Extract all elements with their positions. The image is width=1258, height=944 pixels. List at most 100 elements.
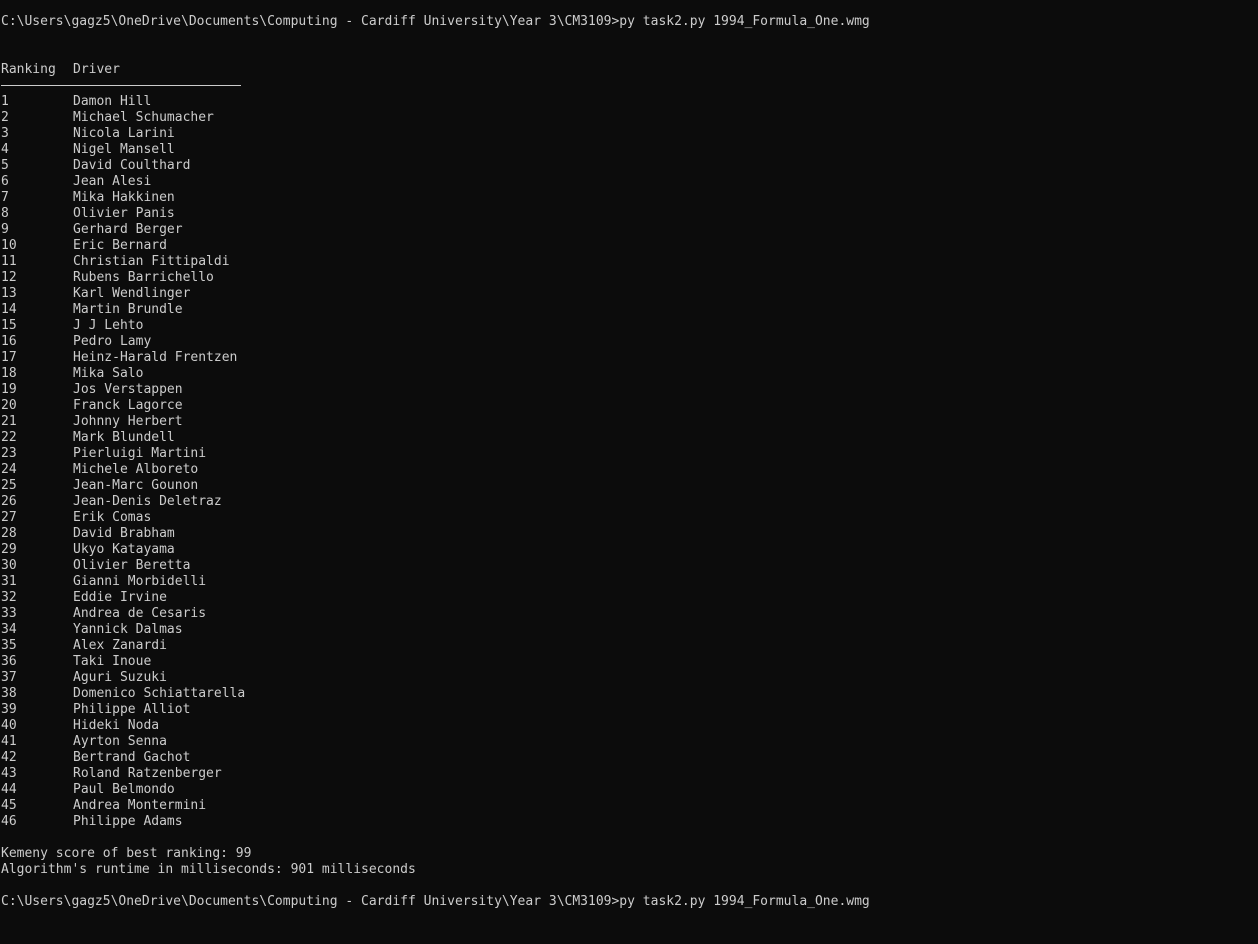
driver-cell: J J Lehto [73,318,144,333]
ranking-table: 1 Damon Hill 2 Michael Schumacher 3 Nicola La… [1,94,1251,830]
driver-cell: Andrea de Cesaris [73,606,207,621]
driver-cell: Hideki Noda [73,718,160,733]
driver-cell: Jean Alesi [73,174,152,189]
table-row: 12 Rubens Barrichello [1,270,1251,286]
kemeny-score-line: Kemeny score of best ranking: 99 [1,846,252,861]
rank-cell: 13 [1,286,17,301]
table-row: 35 Alex Zanardi [1,638,1251,654]
rank-cell: 9 [1,222,9,237]
driver-cell: Mark Blundell [73,430,175,445]
table-row: 2 Michael Schumacher [1,110,1251,126]
terminal-console[interactable]: C:\Users\gagz5\OneDrive\Documents\Comput… [1,14,1251,910]
driver-cell: David Coulthard [73,158,191,173]
table-row: 25 Jean-Marc Gounon [1,478,1251,494]
driver-cell: Martin Brundle [73,302,183,317]
rank-cell: 1 [1,94,9,109]
driver-header: Driver [73,62,120,77]
driver-cell: Aguri Suzuki [73,670,167,685]
driver-cell: Philippe Alliot [73,702,191,717]
rank-cell: 41 [1,734,17,749]
rank-cell: 26 [1,494,17,509]
driver-cell: Mika Salo [73,366,144,381]
driver-cell: Franck Lagorce [73,398,183,413]
table-row: 46 Philippe Adams [1,814,1251,830]
driver-cell: Domenico Schiattarella [73,686,246,701]
table-row: 4 Nigel Mansell [1,142,1251,158]
table-row: 27 Erik Comas [1,510,1251,526]
driver-cell: Erik Comas [73,510,152,525]
rank-cell: 18 [1,366,17,381]
driver-cell: Roland Ratzenberger [73,766,222,781]
table-row: 37 Aguri Suzuki [1,670,1251,686]
rank-cell: 5 [1,158,9,173]
rank-cell: 28 [1,526,17,541]
table-row: 3 Nicola Larini [1,126,1251,142]
driver-cell: Nicola Larini [73,126,175,141]
driver-cell: Bertrand Gachot [73,750,191,765]
table-row: 14 Martin Brundle [1,302,1251,318]
driver-cell: Christian Fittipaldi [73,254,230,269]
table-row: 13 Karl Wendlinger [1,286,1251,302]
rank-cell: 21 [1,414,17,429]
rank-cell: 32 [1,590,17,605]
rank-cell: 36 [1,654,17,669]
driver-cell: Pierluigi Martini [73,446,207,461]
table-header: Ranking Driver [1,62,1251,78]
table-row: 39 Philippe Alliot [1,702,1251,718]
table-row: 7 Mika Hakkinen [1,190,1251,206]
driver-cell: Eddie Irvine [73,590,167,605]
table-row: 21 Johnny Herbert [1,414,1251,430]
rank-cell: 43 [1,766,17,781]
driver-cell: Mika Hakkinen [73,190,175,205]
rank-cell: 37 [1,670,17,685]
table-row: 17 Heinz-Harald Frentzen [1,350,1251,366]
rank-cell: 3 [1,126,9,141]
table-row: 19 Jos Verstappen [1,382,1251,398]
table-row: 42 Bertrand Gachot [1,750,1251,766]
rank-cell: 17 [1,350,17,365]
table-row: 43 Roland Ratzenberger [1,766,1251,782]
rank-cell: 39 [1,702,17,717]
rank-cell: 29 [1,542,17,557]
rank-cell: 12 [1,270,17,285]
rank-cell: 22 [1,430,17,445]
rank-cell: 38 [1,686,17,701]
driver-cell: Olivier Beretta [73,558,191,573]
rank-cell: 40 [1,718,17,733]
rank-cell: 7 [1,190,9,205]
driver-cell: Ayrton Senna [73,734,167,749]
driver-cell: Pedro Lamy [73,334,152,349]
driver-cell: Jean-Denis Deletraz [73,494,222,509]
rank-cell: 44 [1,782,17,797]
driver-cell: Gerhard Berger [73,222,183,237]
rank-cell: 45 [1,798,17,813]
rank-cell: 2 [1,110,9,125]
table-row: 11 Christian Fittipaldi [1,254,1251,270]
table-row: 41 Ayrton Senna [1,734,1251,750]
table-row: 18 Mika Salo [1,366,1251,382]
runtime-line: Algorithm's runtime in milliseconds: 901… [1,862,416,877]
driver-cell: Alex Zanardi [73,638,167,653]
table-row: 9 Gerhard Berger [1,222,1251,238]
rank-cell: 34 [1,622,17,637]
table-row: 31 Gianni Morbidelli [1,574,1251,590]
table-row: 29 Ukyo Katayama [1,542,1251,558]
table-row: 45 Andrea Montermini [1,798,1251,814]
driver-cell: Michael Schumacher [73,110,214,125]
driver-cell: Rubens Barrichello [73,270,214,285]
driver-cell: Taki Inoue [73,654,152,669]
table-row: 24 Michele Alboreto [1,462,1251,478]
driver-cell: Heinz-Harald Frentzen [73,350,238,365]
table-row: 6 Jean Alesi [1,174,1251,190]
table-row: 22 Mark Blundell [1,430,1251,446]
ranking-header: Ranking [1,62,56,77]
rank-cell: 4 [1,142,9,157]
table-row: 5 David Coulthard [1,158,1251,174]
driver-cell: Olivier Panis [73,206,175,221]
command-line: C:\Users\gagz5\OneDrive\Documents\Comput… [1,14,870,29]
rank-cell: 10 [1,238,17,253]
driver-cell: Paul Belmondo [73,782,175,797]
